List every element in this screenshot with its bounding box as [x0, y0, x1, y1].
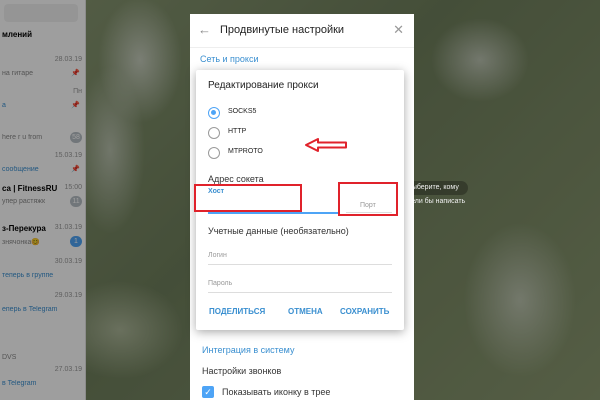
radio-button[interactable] — [208, 147, 220, 159]
tray-icon-label: Показывать иконку в трее — [222, 387, 331, 397]
save-button[interactable]: СОХРАНИТЬ — [340, 307, 389, 316]
password-underline — [208, 292, 392, 293]
socket-address-label: Адрес сокета — [208, 174, 264, 184]
radio-button[interactable] — [208, 127, 220, 139]
back-arrow-icon[interactable]: ← — [198, 22, 211, 37]
radio-label: SOCKS5 — [228, 108, 257, 115]
red-arrow-icon — [305, 138, 347, 152]
settings-header: ← Продвинутые настройки ✕ — [190, 14, 414, 48]
radio-socks5[interactable]: SOCKS5 — [208, 107, 328, 121]
close-icon[interactable]: ✕ — [393, 22, 404, 38]
call-settings-item[interactable]: Настройки звонков — [202, 366, 281, 376]
tray-icon-checkbox[interactable]: ✓ — [202, 386, 214, 398]
section-integration: Интеграция в систему — [202, 345, 295, 355]
login-field[interactable]: Логин — [208, 252, 227, 259]
settings-title: Продвинутые настройки — [220, 24, 345, 36]
port-highlight-box — [338, 182, 398, 216]
host-underline — [208, 212, 338, 214]
radio-label: MTPROTO — [228, 148, 263, 155]
password-field[interactable]: Пароль — [208, 280, 232, 287]
share-button[interactable]: ПОДЕЛИТЬСЯ — [209, 307, 265, 316]
radio-button[interactable] — [208, 107, 220, 119]
host-highlight-box — [194, 184, 302, 212]
credentials-label: Учетные данные (необязательно) — [208, 226, 349, 236]
login-underline — [208, 264, 392, 265]
dialog-title: Редактирование прокси — [208, 80, 319, 91]
cancel-button[interactable]: ОТМЕНА — [288, 307, 323, 316]
section-network-proxy[interactable]: Сеть и прокси — [200, 54, 259, 64]
radio-label: HTTP — [228, 128, 247, 135]
